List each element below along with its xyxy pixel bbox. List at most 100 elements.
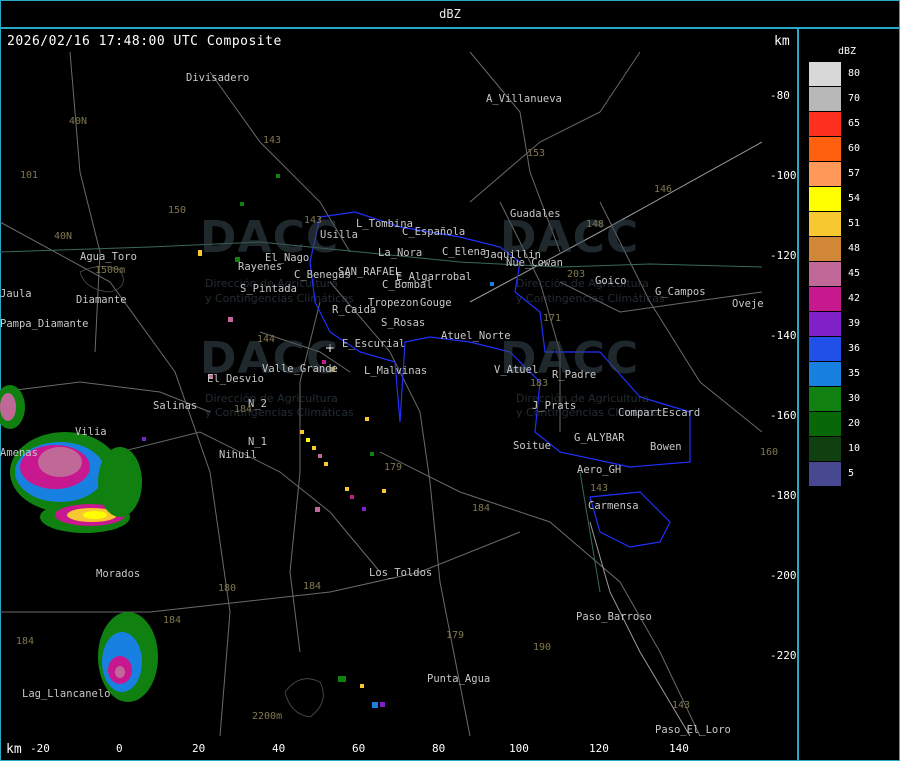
x-tick-label: -20 (30, 742, 50, 755)
y-tick-label: -100 (770, 169, 797, 182)
place-label: El_Desvio (207, 373, 264, 385)
y-axis-unit: km (774, 34, 790, 49)
route-number: 183 (530, 378, 549, 389)
legend-swatch-70 (809, 87, 841, 111)
legend-swatch-54 (809, 187, 841, 211)
legend-swatch-20 (809, 412, 841, 436)
legend-label-48: 48 (848, 243, 861, 254)
legend-swatch-80 (809, 62, 841, 86)
x-tick-label: 40 (272, 742, 286, 755)
place-label: Oveje (732, 298, 764, 310)
place-label: Guadales (510, 208, 561, 220)
place-label: Pampa_Diamante (0, 318, 89, 330)
legend-swatch-42 (809, 287, 841, 311)
route-number: 184 (303, 581, 322, 592)
place-label: C_Bombal (382, 279, 433, 291)
legend-swatch-10 (809, 437, 841, 461)
legend-label-51: 51 (848, 218, 861, 229)
place-label: A_Villanueva (486, 93, 562, 105)
route-number: 190 (533, 642, 552, 653)
place-label: S_Rosas (381, 317, 426, 329)
place-label: Salinas (153, 400, 198, 412)
place-label: Jaula (0, 288, 32, 300)
y-tick-label: -160 (770, 409, 797, 422)
place-label: Soitue (513, 440, 551, 452)
place-label: V_Atuel (494, 364, 539, 376)
place-label: Lag_Llancanelo (22, 688, 111, 700)
place-label: Paso_El_Loro (655, 724, 731, 736)
route-number: 143 (304, 215, 323, 226)
legend-label-20: 20 (848, 418, 861, 429)
route-number: 184 (163, 615, 182, 626)
route-number: 143 (672, 700, 691, 711)
x-axis-unit: km (6, 742, 22, 757)
legend-label-45: 45 (848, 268, 861, 279)
x-tick-label: 140 (669, 742, 689, 755)
place-label: Amenas (0, 447, 38, 459)
place-label: Morados (96, 568, 141, 580)
route-number: 143 (263, 135, 282, 146)
route-number: 179 (446, 630, 465, 641)
legend-swatch-5 (809, 462, 841, 486)
place-label: Usilla (320, 229, 358, 241)
legend-swatch-60 (809, 137, 841, 161)
place-label: C_Española (402, 226, 466, 238)
place-label: C_Elena (442, 246, 487, 258)
place-label: El_Nago (265, 252, 310, 264)
y-tick-label: -200 (770, 569, 797, 582)
route-number: 150 (168, 205, 187, 216)
place-label: Carmensa (588, 500, 639, 512)
x-tick-label: 80 (432, 742, 446, 755)
legend-label-70: 70 (848, 93, 861, 104)
legend-label-10: 10 (848, 443, 861, 454)
route-number: 184 (472, 503, 491, 514)
legend-swatch-65 (809, 112, 841, 136)
place-label: L_Malvinas (364, 365, 428, 377)
legend-label-35: 35 (848, 368, 861, 379)
scan-timestamp: 2026/02/16 17:48:00 UTC Composite (7, 34, 282, 49)
dacc-watermark-subtitle: Dirección de Agricultura (205, 392, 338, 405)
y-tick-label: -140 (770, 329, 797, 342)
place-label: N_1 (248, 436, 267, 448)
legend-label-36: 36 (848, 343, 861, 354)
route-number: 146 (654, 184, 673, 195)
place-label: Nue_Cowan (506, 257, 563, 269)
dacc-watermark-subtitle: y Contingencias Climáticas (516, 292, 665, 305)
route-number: 144 (257, 334, 276, 345)
route-number: 184 (16, 636, 35, 647)
place-label: CompartEscard (618, 407, 701, 419)
place-label: S_Pintada (240, 283, 297, 295)
legend-swatch-39 (809, 312, 841, 336)
place-label: Valle_Grande (262, 363, 338, 375)
place-label: Nihuil (219, 449, 257, 461)
window-title-bar: dBZ (0, 0, 900, 28)
route-number: 179 (384, 462, 403, 473)
x-tick-label: 0 (116, 742, 123, 755)
legend-swatch-45 (809, 262, 841, 286)
route-number: 203 (567, 269, 586, 280)
elevation-label: 2200m (252, 711, 283, 722)
place-label: Los_Toldos (369, 567, 433, 579)
window-title: dBZ (439, 7, 461, 21)
route-number: 40N (54, 231, 73, 242)
place-label: G_Campos (655, 286, 706, 298)
route-number: 184 (234, 404, 253, 415)
legend-label-54: 54 (848, 193, 861, 204)
elevation-label: 1500m (95, 265, 126, 276)
route-number: 180 (218, 583, 237, 594)
legend-swatch-30 (809, 387, 841, 411)
legend-swatch-57 (809, 162, 841, 186)
legend-title: dBZ (838, 46, 857, 57)
y-tick-label: -80 (770, 89, 790, 102)
place-label: Divisadero (186, 72, 250, 84)
legend-label-60: 60 (848, 143, 861, 154)
place-label: Agua_Toro (80, 251, 137, 263)
route-number: 143 (590, 483, 609, 494)
place-label: Atuel_Norte (441, 330, 511, 342)
y-tick-label: -180 (770, 489, 797, 502)
route-number: 148 (586, 219, 605, 230)
place-label: J_Prats (532, 400, 577, 412)
place-label: SAN_RAFAEL (338, 266, 402, 278)
place-label: Gouge (420, 297, 452, 309)
y-tick-label: -120 (770, 249, 797, 262)
